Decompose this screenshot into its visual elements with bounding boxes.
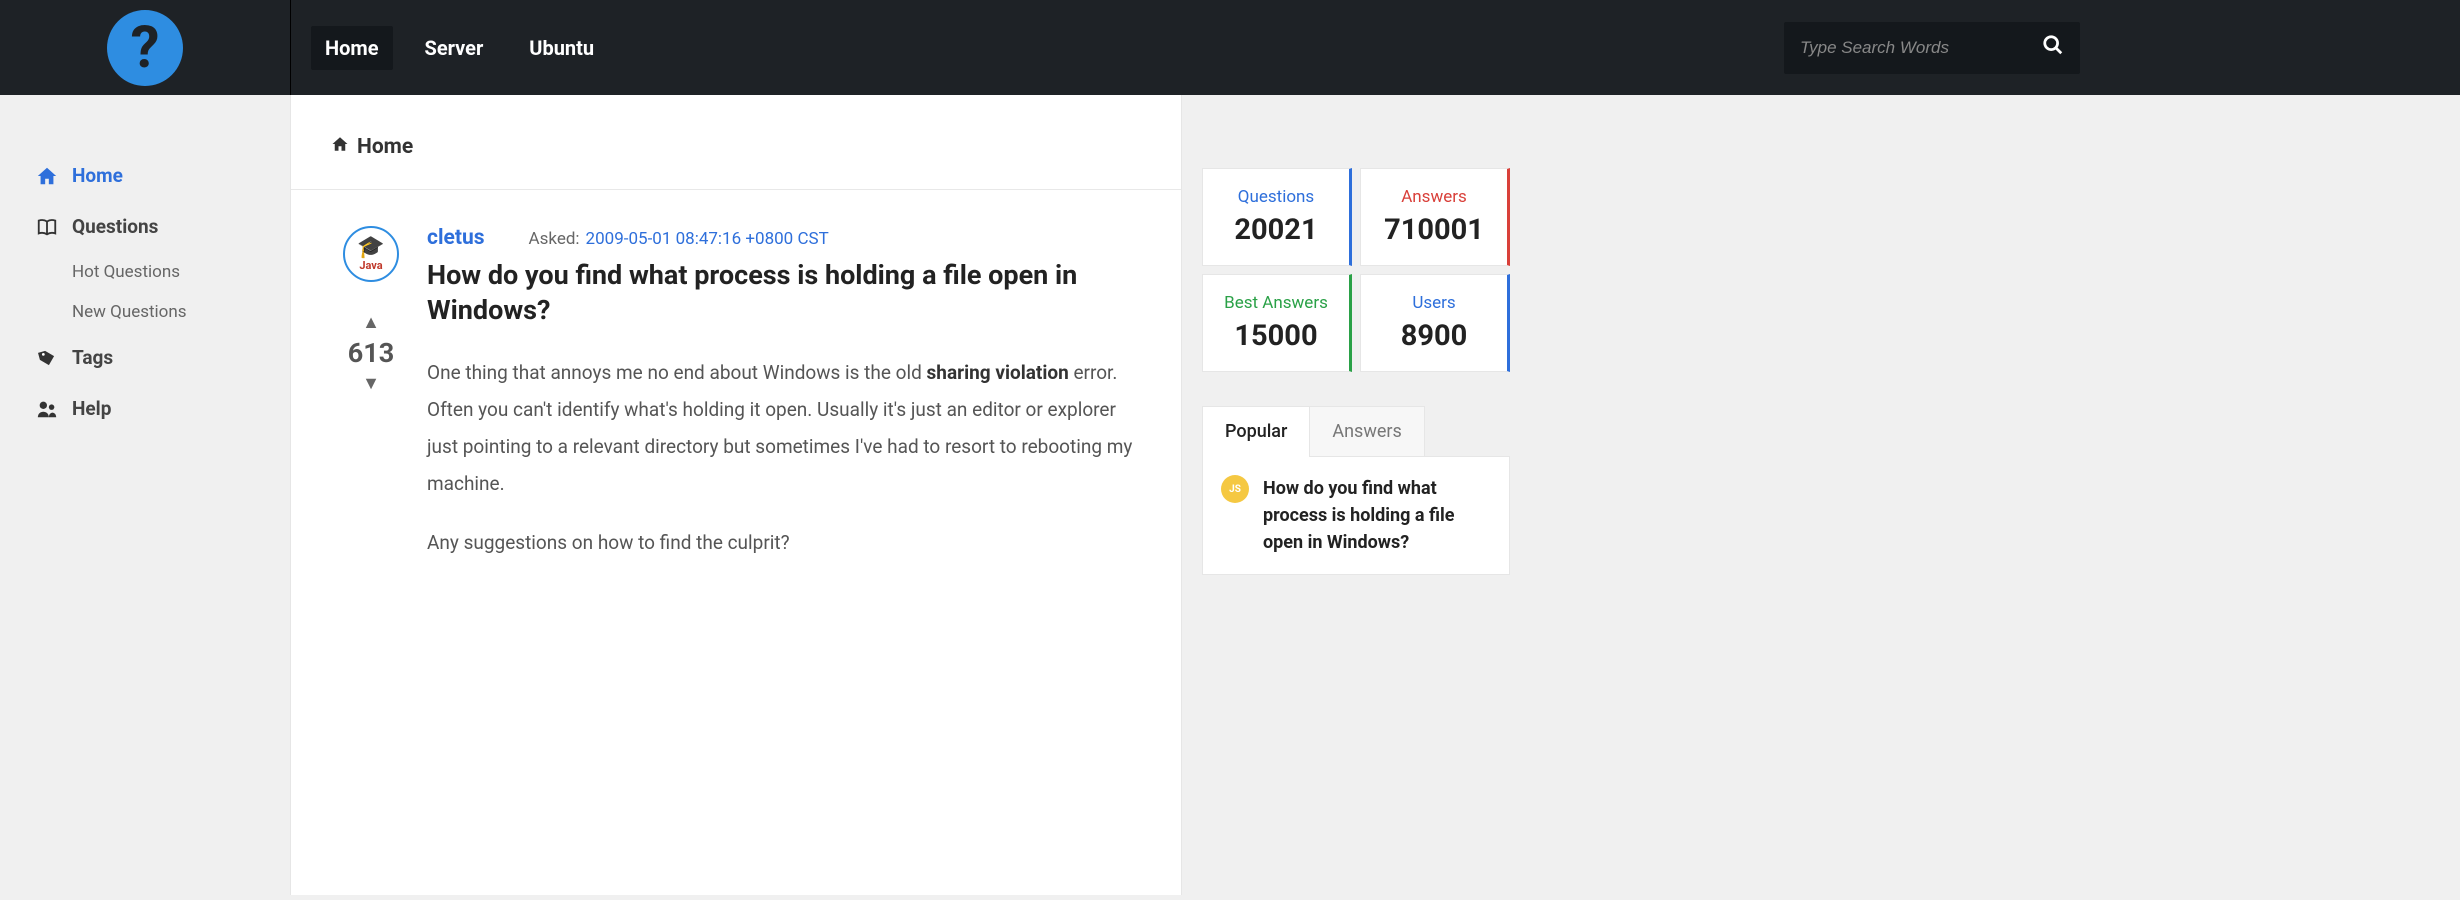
sidebar-item-label: Help xyxy=(72,397,111,420)
stat-label: Questions xyxy=(1213,187,1339,207)
popular-list: JS How do you find what process is holdi… xyxy=(1202,457,1510,575)
question-content: cletus Asked: 2009-05-01 08:47:16 +0800 … xyxy=(411,226,1141,583)
sidebar-item-label: Questions xyxy=(72,215,158,238)
logo-area: ? xyxy=(0,10,290,86)
stat-label: Best Answers xyxy=(1213,293,1339,313)
vote-count: 613 xyxy=(348,337,394,369)
body: Home Questions Hot Questions New Questio… xyxy=(0,95,2460,895)
stat-answers: Answers 710001 xyxy=(1360,168,1510,266)
right-sidebar: Questions 20021 Answers 710001 Best Answ… xyxy=(1182,95,1522,895)
body-strong: sharing violation xyxy=(927,361,1069,384)
sidebar: Home Questions Hot Questions New Questio… xyxy=(0,95,290,895)
nav-server[interactable]: Server xyxy=(411,26,498,70)
question-title: How do you find what process is holding … xyxy=(427,258,1141,328)
sidebar-sub-new-questions[interactable]: New Questions xyxy=(0,292,290,332)
author-avatar[interactable]: 🎓 Java xyxy=(343,226,399,282)
home-icon xyxy=(36,165,60,187)
top-header: ? Home Server Ubuntu xyxy=(0,0,2460,95)
logo-icon[interactable]: ? xyxy=(107,10,183,86)
sidebar-item-tags[interactable]: Tags xyxy=(0,332,290,383)
question-body: One thing that annoys me no end about Wi… xyxy=(427,354,1141,561)
breadcrumb-label: Home xyxy=(357,135,413,159)
tabs: Popular Answers xyxy=(1202,406,1510,457)
asked-label: Asked: xyxy=(529,229,580,249)
users-icon xyxy=(36,398,60,420)
nav-home[interactable]: Home xyxy=(311,26,393,70)
nav-ubuntu[interactable]: Ubuntu xyxy=(515,26,608,70)
sidebar-item-help[interactable]: Help xyxy=(0,383,290,434)
stat-label: Answers xyxy=(1371,187,1497,207)
downvote-button[interactable]: ▼ xyxy=(362,373,380,394)
search-input[interactable] xyxy=(1800,38,2042,58)
sidebar-sub-hot-questions[interactable]: Hot Questions xyxy=(0,252,290,292)
tab-popular[interactable]: Popular xyxy=(1202,406,1310,456)
question-meta: cletus Asked: 2009-05-01 08:47:16 +0800 … xyxy=(427,226,1141,250)
main-content: Home 🎓 Java ▲ 613 ▼ cletus Asked: 2009-0 xyxy=(290,95,1182,895)
search-box[interactable] xyxy=(1784,22,2080,74)
sidebar-item-questions[interactable]: Questions xyxy=(0,201,290,252)
stat-value: 8900 xyxy=(1371,319,1497,353)
tag-icon xyxy=(36,347,60,369)
vote-column: 🎓 Java ▲ 613 ▼ xyxy=(331,226,411,583)
tab-answers[interactable]: Answers xyxy=(1309,406,1424,456)
stat-value: 20021 xyxy=(1213,213,1339,247)
search-icon[interactable] xyxy=(2042,34,2064,62)
home-icon xyxy=(331,135,349,159)
stat-questions: Questions 20021 xyxy=(1202,168,1352,266)
sidebar-item-label: Tags xyxy=(72,346,113,369)
stats-grid: Questions 20021 Answers 710001 Best Answ… xyxy=(1202,168,1510,372)
question-area: 🎓 Java ▲ 613 ▼ cletus Asked: 2009-05-01 … xyxy=(291,190,1181,619)
breadcrumb: Home xyxy=(291,95,1181,190)
upvote-button[interactable]: ▲ xyxy=(362,312,380,333)
asked-time: 2009-05-01 08:47:16 +0800 CST xyxy=(586,229,829,249)
book-icon xyxy=(36,216,60,238)
body-text: One thing that annoys me no end about Wi… xyxy=(427,361,927,384)
sidebar-item-label: Home xyxy=(72,164,123,187)
author-link[interactable]: cletus xyxy=(427,226,485,250)
popular-item-title: How do you find what process is holding … xyxy=(1263,475,1491,556)
top-nav: Home Server Ubuntu xyxy=(290,0,2460,95)
stat-value: 710001 xyxy=(1371,213,1497,247)
js-icon: JS xyxy=(1221,475,1249,503)
stat-label: Users xyxy=(1371,293,1497,313)
avatar-content: 🎓 Java xyxy=(357,237,384,272)
list-item[interactable]: JS How do you find what process is holdi… xyxy=(1221,475,1491,556)
stat-value: 15000 xyxy=(1213,319,1339,353)
body-text: Any suggestions on how to find the culpr… xyxy=(427,524,1141,561)
stat-users: Users 8900 xyxy=(1360,274,1510,372)
stat-best-answers: Best Answers 15000 xyxy=(1202,274,1352,372)
sidebar-item-home[interactable]: Home xyxy=(0,150,290,201)
